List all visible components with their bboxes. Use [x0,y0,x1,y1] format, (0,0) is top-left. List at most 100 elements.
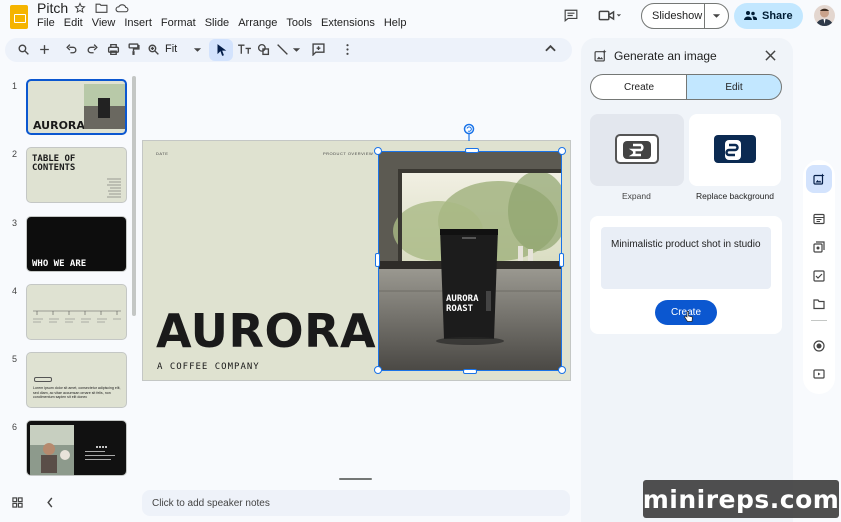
prompt-textarea[interactable]: Minimalistic product shot in studio [601,227,771,289]
slideshow-button[interactable]: Slideshow [641,3,729,29]
divider [811,320,827,321]
replace-background-icon [713,134,757,164]
slide-thumbnail-1[interactable]: AURORA [26,79,127,135]
resize-handle[interactable] [374,366,382,374]
resize-handle[interactable] [465,148,479,153]
text-box-icon[interactable] [237,43,252,56]
resize-handle[interactable] [463,369,477,374]
slide-number: 2 [12,149,18,159]
undo-icon[interactable] [65,43,78,56]
slide-thumbnail-6[interactable] [26,420,127,476]
comments-icon[interactable] [564,9,578,22]
filmstrip-scrollbar[interactable] [132,76,136,316]
menu-format[interactable]: Format [161,17,201,29]
meet-icon[interactable] [598,9,622,22]
tab-create-label: Create [623,81,654,93]
tab-edit[interactable]: Edit [686,74,782,100]
thumb-title: WHO WE ARE [32,259,87,269]
record-icon[interactable] [813,340,825,352]
slide-corner-left: DATE [156,151,169,156]
share-button[interactable]: Share [734,3,803,29]
avatar[interactable] [814,5,835,26]
panel-title: Generate an image [614,49,717,63]
resize-handle[interactable] [558,366,566,374]
print-icon[interactable] [107,43,120,56]
menu-insert[interactable]: Insert [124,17,157,29]
search-menus-icon[interactable] [17,43,30,56]
keep-icon[interactable] [813,241,825,253]
slides-logo[interactable] [10,5,28,29]
folder-icon[interactable] [813,298,825,310]
chevron-down-icon[interactable] [712,13,721,19]
document-title[interactable]: Pitch [37,0,68,16]
resize-handle[interactable] [374,147,382,155]
zoom-select[interactable]: Fit [165,43,177,55]
speaker-notes[interactable]: Click to add speaker notes [142,490,570,516]
notes-resize-handle[interactable] [339,478,372,480]
selection-box [378,151,562,371]
option-replace-background[interactable] [689,114,781,186]
slide-thumbnail-4[interactable] [26,284,127,340]
calendar-icon[interactable] [813,213,825,225]
slide-number: 4 [12,286,18,296]
menu-extensions[interactable]: Extensions [321,17,380,29]
menu-tools[interactable]: Tools [286,17,317,29]
redo-icon[interactable] [86,43,99,56]
select-tool[interactable] [209,39,233,61]
menu-help[interactable]: Help [384,17,412,29]
thumb-tag [34,377,52,382]
rotate-handle-icon[interactable] [463,123,475,141]
option-expand-label: Expand [622,191,651,201]
add-comment-icon[interactable] [312,43,325,56]
slide-title[interactable]: AURORA [156,304,376,358]
slide-number: 1 [12,81,18,91]
star-icon[interactable] [74,2,86,14]
chevron-down-icon[interactable] [292,47,305,60]
thumb-body: Lorem ipsum dolor sit amet, consectetur … [33,386,121,399]
watermark: minireps.com [643,480,839,518]
shape-icon[interactable] [257,43,270,56]
collapse-toolbar-icon[interactable] [545,44,558,57]
chevron-down-icon[interactable] [193,47,206,60]
collapse-filmstrip-icon[interactable] [46,497,54,508]
cursor-icon [215,43,227,57]
cloud-saved-icon[interactable] [115,2,129,14]
resize-handle[interactable] [375,253,380,267]
line-icon[interactable] [276,43,289,56]
tab-create[interactable]: Create [590,74,687,100]
grid-view-icon[interactable] [12,497,23,508]
resize-handle[interactable] [559,253,564,267]
paint-format-icon[interactable] [127,43,140,56]
resize-handle[interactable] [558,147,566,155]
slide-thumbnail-3[interactable]: WHO WE ARE [26,216,127,272]
option-expand[interactable] [590,114,684,186]
menu-file[interactable]: File [37,17,60,29]
zoom-icon[interactable] [147,43,160,56]
menu-edit[interactable]: Edit [64,17,88,29]
slide-thumbnail-2[interactable]: TABLE OF CONTENTS [26,147,127,203]
thumb-photo [84,84,125,129]
menu-arrange[interactable]: Arrange [238,17,282,29]
thumb-title: TABLE OF CONTENTS [32,154,76,173]
slide-canvas[interactable]: DATE PRODUCT OVERVIEW AURORA A COFFEE CO… [142,140,571,381]
people-icon [744,10,757,21]
toolbar: Fit [5,38,572,62]
share-label: Share [762,10,793,22]
expand-icon [615,134,659,164]
slide-thumbnail-5[interactable]: Lorem ipsum dolor sit amet, consectetur … [26,352,127,408]
video-message-icon[interactable] [813,368,825,380]
tasks-icon[interactable] [813,270,825,282]
menu-view[interactable]: View [92,17,121,29]
slide-subtitle[interactable]: A COFFEE COMPANY [157,362,260,372]
slide-number: 6 [12,422,18,432]
more-options-icon[interactable] [341,43,354,56]
image-spark-icon [813,173,825,185]
move-folder-icon[interactable] [95,2,108,14]
thumb-title: AURORA [33,119,85,132]
menu-slide[interactable]: Slide [205,17,234,29]
new-slide-icon[interactable] [38,43,51,56]
generate-image-panel: Generate an image Create Edit Expand Rep… [581,38,793,522]
option-replace-label: Replace background [696,191,774,201]
slide-number: 3 [12,218,18,228]
close-icon[interactable] [765,50,776,61]
